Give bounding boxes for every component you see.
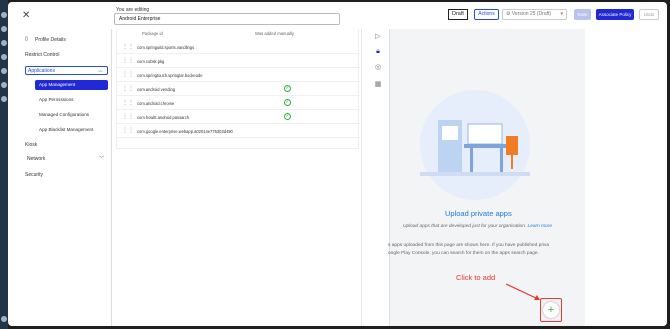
users-icon[interactable] [1, 68, 7, 74]
package-id: com.android.chrome [137, 101, 175, 106]
sidebar-item-app-management[interactable]: App Management [35, 80, 108, 90]
close-icon[interactable]: ✕ [22, 10, 30, 21]
chevron-down-icon: ▾ [560, 11, 563, 17]
table-row[interactable]: ⋮⋮ com.springtouch.springlar.bockeode [117, 69, 360, 82]
check-circle-icon: ✓ [284, 113, 291, 120]
version-label: Version 25 (Draft) [511, 11, 552, 17]
applications-label: Applications [28, 68, 55, 74]
table-row[interactable]: ⋮⋮ com.android.chrome ✓ [117, 97, 360, 110]
version-select[interactable]: ⚙ Version 25 (Draft) ▾ [502, 9, 567, 20]
drag-handle-icon[interactable]: ⋮⋮ [122, 86, 134, 92]
policy-name-input[interactable] [114, 13, 340, 25]
alerts-icon[interactable] [1, 96, 7, 102]
lock-icon[interactable]: 🔒︎ [374, 48, 382, 56]
document-icon: ▯ [25, 36, 28, 42]
play-store-icon[interactable]: ▷ [374, 33, 382, 41]
sidebar-item-app-blacklist[interactable]: App Blacklist Management [35, 125, 108, 135]
home-icon[interactable] [1, 12, 7, 18]
click-to-add-annotation: Click to add [456, 273, 496, 282]
table-row[interactable]: ⋮⋮ com.cobsk.pkg [117, 55, 360, 68]
right-blank-pane [585, 29, 667, 326]
apps-icon[interactable] [1, 54, 7, 60]
pane-divider [361, 29, 362, 326]
check-circle-icon: ✓ [284, 99, 291, 106]
drag-handle-icon[interactable]: ⋮⋮ [122, 128, 134, 134]
sidebar-item-kiosk[interactable]: Kiosk [25, 142, 37, 148]
drag-handle-icon[interactable]: ⋮⋮ [122, 114, 134, 120]
column-header-package: Package id [142, 31, 163, 36]
actions-button[interactable]: Actions [474, 9, 499, 20]
upload-private-apps-title: Upload private apps [445, 209, 512, 218]
globe-icon[interactable]: ◎ [374, 64, 382, 72]
network-label: Network [27, 156, 46, 162]
policies-icon[interactable] [1, 40, 7, 46]
upload-subtitle-text: Upload apps that are developed just for … [403, 224, 527, 229]
package-id: com.howitt.android.passarch [137, 115, 190, 120]
annotation-arrow-icon [505, 283, 540, 300]
app-navigation-rail [0, 0, 8, 329]
office-illustration [420, 90, 530, 200]
check-circle-icon: ✓ [284, 85, 291, 92]
undo-button[interactable]: Undo [639, 9, 659, 20]
package-id: com.springtouch.springlar.bockeode [137, 73, 203, 78]
column-header-manual: Was added manually [255, 31, 294, 36]
package-id: com.springuild.sports.vandlings [137, 45, 195, 50]
upload-note-line-1: s apps uploaded from this page are shown… [388, 243, 550, 248]
settings-icon[interactable] [1, 316, 7, 322]
office-scene-illustration [420, 120, 530, 176]
drag-handle-icon[interactable]: ⋮⋮ [122, 72, 134, 78]
sidebar-item-restrict-control[interactable]: Restrict Control [25, 52, 59, 58]
table-row[interactable]: ⋮⋮ com.springuild.sports.vandlings [117, 41, 360, 54]
chevron-up-icon: ︿ [97, 68, 103, 74]
sidebar-item-profile-details[interactable]: Profile Details [35, 37, 66, 43]
policy-editor-window: ✕ You are editing Draft Actions ⚙ Versio… [8, 2, 667, 326]
policy-sidebar: ▯ Profile Details Restrict Control Appli… [8, 29, 112, 326]
add-private-app-button[interactable]: + [543, 302, 559, 318]
table-row[interactable]: ⋮⋮ com.google.enterprise.webapp.a02014e77… [117, 125, 360, 138]
associate-policy-button[interactable]: Associate Policy [596, 9, 634, 20]
upload-subtitle: Upload apps that are developed just for … [403, 224, 552, 229]
sidebar-item-security[interactable]: Security [25, 172, 43, 178]
drag-handle-icon[interactable]: ⋮⋮ [122, 58, 134, 64]
reports-icon[interactable] [1, 82, 7, 88]
grid-apps-icon[interactable]: ▦ [374, 81, 382, 89]
package-id: com.cobsk.pkg [137, 59, 165, 64]
sidebar-section-applications[interactable]: Applications ︿ [25, 66, 108, 75]
package-id: com.google.enterprise.webapp.a02014e7753… [137, 129, 233, 134]
table-row[interactable]: ⋮⋮ com.howitt.android.passarch ✓ [117, 111, 360, 124]
sidebar-section-network[interactable]: Network ﹀ [25, 155, 108, 164]
chevron-down-icon: ﹀ [98, 156, 104, 162]
draft-badge: Draft [448, 9, 468, 20]
sidebar-item-app-permissions[interactable]: App Permissions [35, 95, 108, 105]
learn-more-link[interactable]: Learn more [528, 224, 553, 229]
save-button[interactable]: Save [574, 9, 591, 20]
devices-icon[interactable] [1, 26, 7, 32]
table-row[interactable]: ⋮⋮ com.android.vending ✓ [117, 83, 360, 96]
screen-frame: ✕ You are editing Draft Actions ⚙ Versio… [0, 0, 670, 329]
upload-note-line-2: oogle Play Console, you can search for t… [388, 251, 539, 256]
drag-handle-icon[interactable]: ⋮⋮ [122, 100, 134, 106]
drag-handle-icon[interactable]: ⋮⋮ [122, 44, 134, 50]
package-id: com.android.vending [137, 87, 176, 92]
app-table: Package id Was added manually ⋮⋮ com.spri… [116, 29, 360, 149]
sidebar-item-managed-configurations[interactable]: Managed Configurations [35, 110, 108, 120]
